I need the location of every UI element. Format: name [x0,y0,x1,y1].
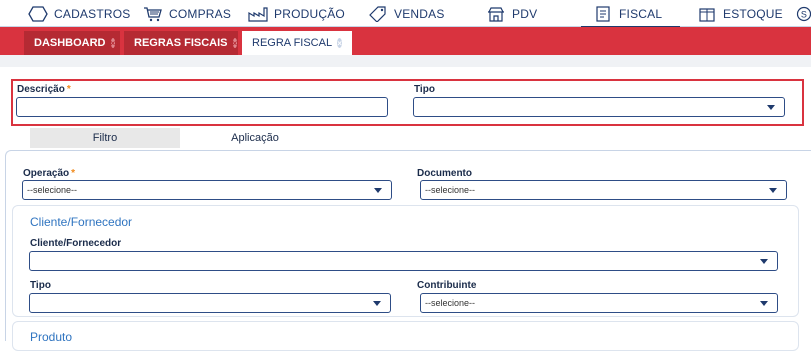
required-mark: * [71,168,76,179]
header-band [0,55,811,67]
cliente-fornecedor-section-title: Cliente/Fornecedor [30,215,133,229]
tabs-bar: DASHBOARD × REGRAS FISCAIS × REGRA FISCA… [0,27,811,55]
tipo-cliente-select[interactable] [29,293,391,313]
produto-panel [12,321,799,351]
cliente-fornecedor-label: Cliente/Fornecedor [30,238,122,249]
nav-item-pdv[interactable]: PDV [486,0,537,27]
nav-label: PRODUÇÃO [274,6,345,21]
nav-label: CADASTROS [54,6,131,21]
descricao-label: Descrição * [17,84,71,95]
tab-dashboard[interactable]: DASHBOARD × [24,31,120,55]
tipo-label: Tipo [414,84,435,95]
nav-item-financeiro[interactable]: S [796,0,811,27]
chevron-down-icon [373,301,381,306]
nav-label: ESTOQUE [723,6,783,21]
tab-label: REGRA FISCAL [252,37,333,49]
chevron-down-icon [374,188,382,193]
hexagon-icon [28,5,48,22]
chevron-down-icon [760,301,768,306]
tab-regras-fiscais[interactable]: REGRAS FISCAIS × [124,31,238,55]
nav-item-producao[interactable]: PRODUÇÃO [248,0,345,27]
cart-icon [143,6,163,22]
operacao-select[interactable]: --selecione-- [22,180,392,200]
chevron-down-icon [769,188,777,193]
tab-filtro[interactable]: Filtro [30,128,180,148]
store-icon [486,6,506,22]
nav-label: PDV [512,6,538,21]
nav-item-compras[interactable]: COMPRAS [143,0,231,27]
nav-label: COMPRAS [169,6,232,21]
operacao-label: Operação * [23,168,76,179]
document-icon [593,5,613,22]
cliente-fornecedor-select[interactable] [29,251,778,271]
top-navigation: CADASTROS COMPRAS PRODUÇÃO VENDAS PDV FI… [0,0,811,28]
close-icon[interactable]: × [232,38,238,48]
tab-aplicacao[interactable]: Aplicação [180,128,330,148]
contribuinte-select[interactable]: --selecione-- [420,293,778,313]
tab-label: REGRAS FISCAIS [134,37,228,49]
tipo-select[interactable] [413,97,785,117]
nav-item-estoque[interactable]: ESTOQUE [697,0,783,27]
nav-label: VENDAS [394,6,445,21]
documento-select[interactable]: --selecione-- [420,180,787,200]
nav-label: FISCAL [619,6,663,21]
svg-text:S: S [801,9,807,19]
close-icon[interactable]: × [337,38,342,48]
nav-item-cadastros[interactable]: CADASTROS [28,0,130,27]
descricao-input[interactable] [16,97,388,117]
factory-icon [248,6,268,22]
tab-label: DASHBOARD [34,37,106,49]
chevron-down-icon [767,105,775,110]
nav-item-vendas[interactable]: VENDAS [368,0,445,27]
chevron-down-icon [760,259,768,264]
contribuinte-label: Contribuinte [417,280,477,291]
box-icon [697,6,717,22]
tab-regra-fiscal[interactable]: REGRA FISCAL × [242,31,352,55]
produto-section-title: Produto [30,330,73,344]
dollar-icon: S [796,6,811,22]
required-mark: * [66,84,71,95]
close-icon[interactable]: × [110,38,116,48]
nav-item-fiscal[interactable]: FISCAL [580,0,681,28]
tipo-cliente-label: Tipo [30,280,51,291]
tag-icon [368,5,388,23]
documento-label: Documento [417,168,472,179]
